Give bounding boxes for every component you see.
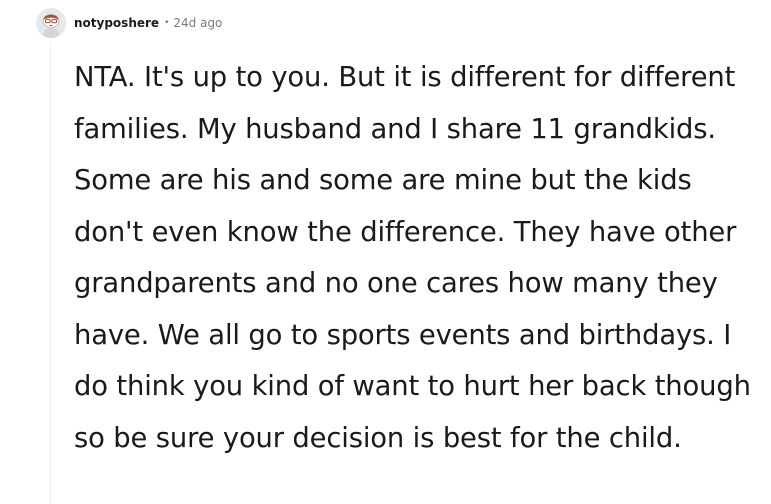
- thread-line[interactable]: [50, 44, 51, 504]
- comment-meta: notyposhere • 24d ago: [74, 14, 222, 32]
- username-link[interactable]: notyposhere: [74, 16, 159, 30]
- comment: notyposhere • 24d ago NTA. It's up to yo…: [0, 0, 771, 504]
- user-avatar-icon[interactable]: [36, 8, 66, 38]
- snoo-avatar-icon: [36, 8, 66, 38]
- comment-timestamp[interactable]: 24d ago: [173, 16, 222, 30]
- meta-separator: •: [164, 18, 170, 28]
- comment-body: NTA. It's up to you. But it is different…: [74, 62, 751, 454]
